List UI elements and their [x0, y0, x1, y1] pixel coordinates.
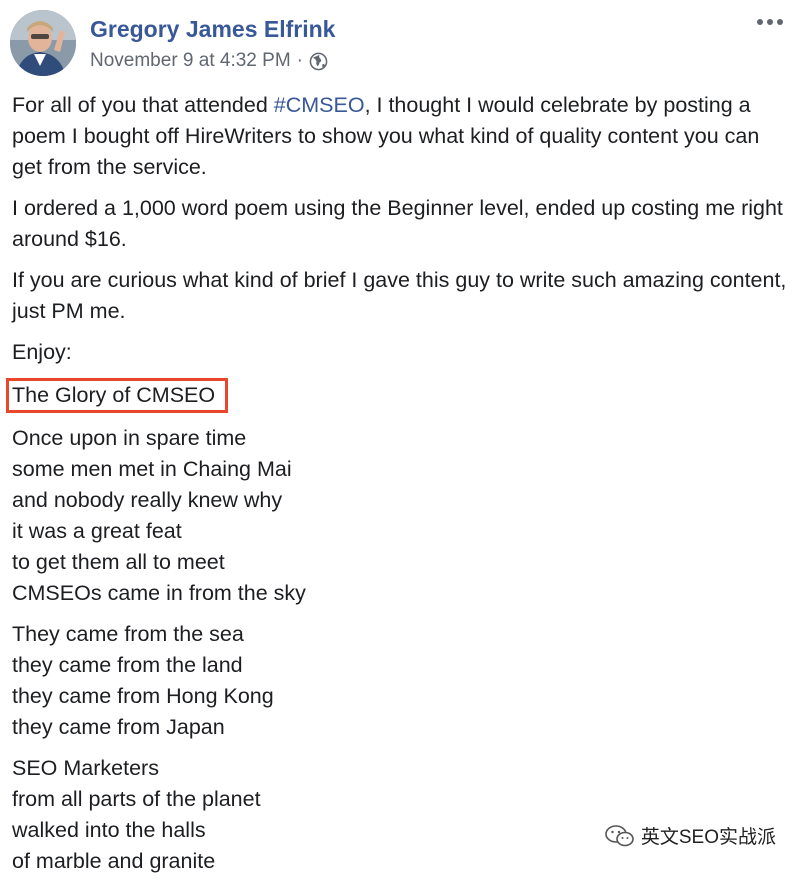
poem-line: some men met in Chaing Mai: [12, 457, 292, 481]
more-options-button[interactable]: [752, 10, 788, 34]
poem-line: they came from Hong Kong: [12, 684, 274, 708]
ellipsis-icon: [757, 19, 783, 25]
watermark-text: 英文SEO实战派: [640, 827, 776, 848]
poem-line: they came from Japan: [12, 715, 225, 739]
poem-line: to get them all to meet: [12, 550, 225, 574]
poem-line: they came from the land: [12, 653, 243, 677]
poem-line: from all parts of the planet: [12, 787, 261, 811]
poem-title-row: The Glory of CMSEO: [6, 378, 788, 413]
hashtag-link[interactable]: #CMSEO: [274, 93, 365, 117]
poem-line: They came from the sea: [12, 622, 244, 646]
post-header: Gregory James Elfrink November 9 at 4:32…: [10, 8, 790, 80]
post-timestamp[interactable]: November 9 at 4:32 PM: [90, 50, 291, 72]
poem-stanza-3: SEO Marketers from all parts of the plan…: [12, 753, 788, 877]
wechat-logo-icon: [605, 824, 634, 846]
post-paragraph-4: Enjoy:: [12, 340, 72, 364]
watermark: 英文SEO实战派: [605, 822, 776, 849]
poem-line: CMSEOs came in from the sky: [12, 581, 306, 605]
author-name[interactable]: Gregory James Elfrink: [90, 16, 335, 43]
poem-line: of marble and granite: [12, 849, 216, 873]
poem-line: and nobody really knew why: [12, 488, 283, 512]
post-paragraph-1: For all of you that attended #CMSEO, I t…: [12, 93, 760, 179]
poem-line: it was a great feat: [12, 519, 182, 543]
avatar[interactable]: [10, 10, 76, 76]
poem-line: SEO Marketers: [12, 756, 159, 780]
poem-stanza-1: Once upon in spare time some men met in …: [12, 423, 788, 609]
globe-icon[interactable]: [309, 52, 328, 71]
post-paragraph-2: I ordered a 1,000 word poem using the Be…: [12, 196, 783, 251]
poem-stanza-2: They came from the sea they came from th…: [12, 619, 788, 743]
post-body: For all of you that attended #CMSEO, I t…: [6, 90, 788, 887]
post-meta: November 9 at 4:32 PM ·: [90, 50, 328, 72]
poem-title: The Glory of CMSEO: [6, 378, 229, 413]
avatar-image: [10, 10, 76, 76]
post-paragraph-3: If you are curious what kind of brief I …: [12, 268, 787, 323]
poem-line: Once upon in spare time: [12, 426, 247, 450]
meta-separator: ·: [296, 50, 303, 71]
